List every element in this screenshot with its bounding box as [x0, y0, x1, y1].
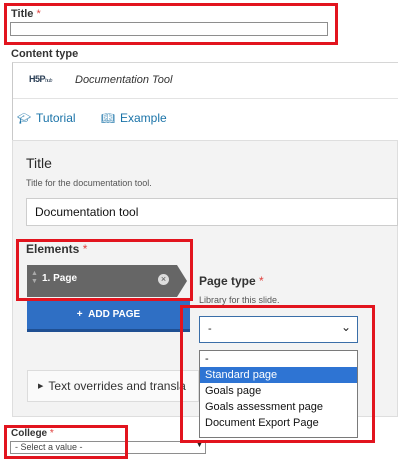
editor-title-label: Title	[26, 155, 52, 171]
title-input[interactable]	[10, 22, 328, 36]
tool-name: Documentation Tool	[75, 74, 173, 86]
elements-label-text: Elements	[26, 242, 80, 256]
page-type-select[interactable]: -	[199, 316, 358, 343]
chevron-down-icon: ⌄	[341, 320, 352, 334]
required-mark: *	[36, 8, 41, 20]
college-label: College *	[11, 428, 54, 439]
title-label-text: Title	[11, 8, 34, 20]
title-label: Title *	[11, 8, 41, 20]
page-type-desc: Library for this slide.	[199, 295, 280, 305]
dropdown-option[interactable]: -	[200, 351, 357, 367]
college-label-text: College	[11, 428, 48, 439]
elements-label: Elements *	[26, 242, 87, 256]
divider	[13, 98, 398, 99]
text-overrides-toggle[interactable]: ▶ Text overrides and transla	[27, 370, 199, 402]
add-page-label: ADD PAGE	[88, 309, 141, 320]
example-link[interactable]: 📖︎ Example	[101, 111, 167, 125]
required-mark: *	[259, 274, 264, 288]
example-link-label: Example	[119, 111, 167, 125]
logo-sub: hub	[45, 78, 52, 84]
dropdown-option-highlighted[interactable]: Standard page	[200, 367, 357, 383]
caret-right-icon: ▶	[38, 382, 44, 390]
tutorial-link-label: Tutorial	[35, 111, 76, 125]
h5p-hub-logo: H5Phub	[29, 74, 52, 84]
required-mark: *	[49, 428, 54, 439]
add-page-button[interactable]: + ADD PAGE	[27, 301, 190, 332]
documentation-title-input[interactable]: Documentation tool	[26, 198, 398, 226]
graduation-cap-icon: 🎓︎	[17, 113, 31, 125]
book-icon: 📖︎	[101, 113, 115, 125]
college-selected: - Select a value -	[15, 442, 83, 452]
plus-icon: +	[76, 309, 89, 320]
dropdown-option[interactable]: Goals assessment page	[200, 399, 357, 415]
close-icon[interactable]: ×	[158, 274, 169, 285]
text-overrides-label: Text overrides and transla	[48, 379, 186, 393]
page-type-label: Page type *	[199, 274, 264, 288]
content-type-label: Content type	[11, 48, 79, 60]
page-type-dropdown: - Standard page Goals page Goals assessm…	[199, 350, 358, 438]
caret-down-icon: ▼	[196, 442, 203, 449]
page-tab-label: 1. Page	[42, 273, 78, 284]
dropdown-option[interactable]: Goals page	[200, 383, 357, 399]
page-type-label-text: Page type	[199, 274, 256, 288]
logo-text: H5P	[29, 74, 46, 84]
editor-title-desc: Title for the documentation tool.	[26, 178, 152, 188]
drag-handle-icon[interactable]: ▲ ▼	[31, 270, 38, 286]
page-tab-arrow	[177, 265, 187, 297]
tutorial-link[interactable]: 🎓︎ Tutorial	[17, 111, 76, 125]
page-type-selected: -	[208, 323, 212, 335]
required-mark: *	[82, 242, 88, 256]
dropdown-option[interactable]: Document Export Page	[200, 415, 357, 431]
college-select[interactable]: - Select a value -	[10, 441, 206, 454]
